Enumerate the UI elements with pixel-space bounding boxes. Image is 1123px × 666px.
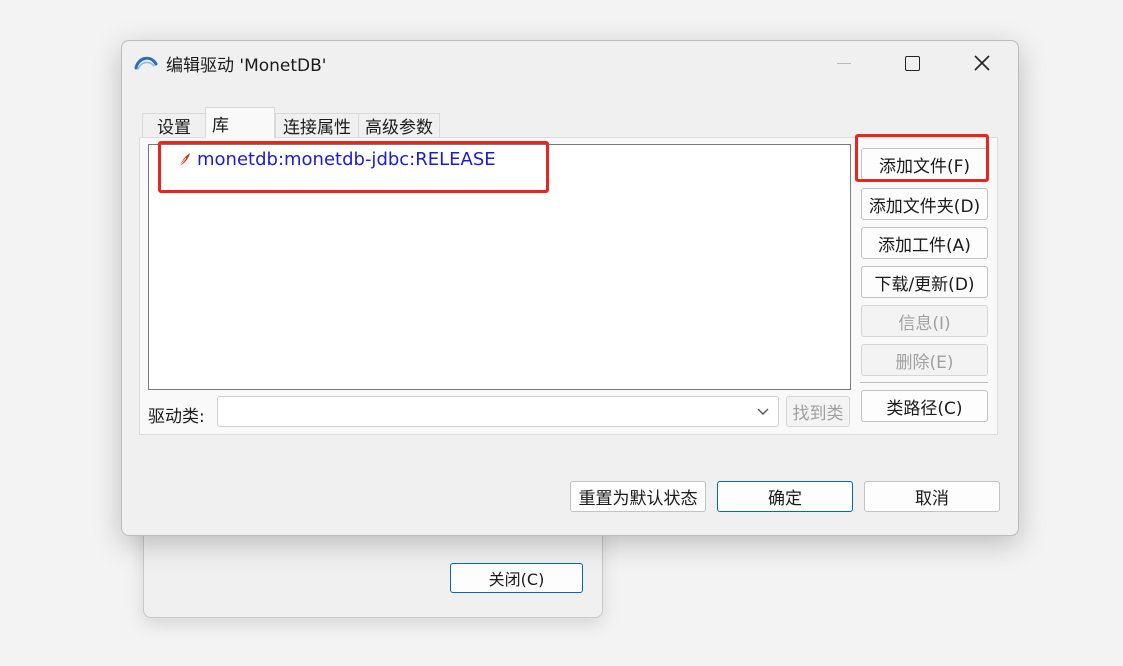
window-title: 编辑驱动 'MonetDB' bbox=[166, 56, 327, 76]
tab-connection-properties[interactable]: 连接属性 bbox=[275, 113, 359, 138]
classpath-button[interactable]: 类路径(C) bbox=[861, 390, 988, 422]
library-list[interactable]: monetdb:monetdb-jdbc:RELEASE bbox=[148, 144, 851, 390]
minimize-icon bbox=[837, 62, 851, 64]
add-folder-button[interactable]: 添加文件夹(D) bbox=[861, 188, 988, 220]
maximize-button[interactable] bbox=[884, 45, 940, 81]
chevron-down-icon bbox=[757, 408, 769, 415]
tab-settings[interactable]: 设置 bbox=[142, 113, 206, 138]
title-bar: 编辑驱动 'MonetDB' bbox=[122, 41, 1018, 85]
close-window-button[interactable] bbox=[954, 45, 1010, 81]
tab-advanced-parameters[interactable]: 高级参数 bbox=[358, 113, 440, 138]
find-class-button[interactable]: 找到类 bbox=[786, 396, 850, 427]
driver-class-label: 驱动类: bbox=[148, 407, 205, 427]
library-label: monetdb:monetdb-jdbc:RELEASE bbox=[197, 149, 496, 170]
close-icon bbox=[974, 55, 990, 71]
ok-button[interactable]: 确定 bbox=[717, 481, 853, 512]
download-update-button[interactable]: 下载/更新(D) bbox=[861, 266, 988, 298]
add-artifact-button[interactable]: 添加工件(A) bbox=[861, 227, 988, 259]
minimize-button[interactable] bbox=[816, 45, 872, 81]
tab-libraries[interactable]: 库 bbox=[205, 107, 275, 138]
close-button[interactable]: 关闭(C) bbox=[450, 563, 583, 593]
maven-feather-icon bbox=[178, 152, 190, 167]
driver-class-select[interactable] bbox=[217, 396, 779, 427]
add-file-button[interactable]: 添加文件(F) bbox=[861, 148, 988, 180]
reset-default-button[interactable]: 重置为默认状态 bbox=[570, 481, 706, 512]
list-item[interactable]: monetdb:monetdb-jdbc:RELEASE bbox=[177, 149, 496, 170]
delete-button[interactable]: 删除(E) bbox=[861, 344, 988, 376]
dbeaver-icon bbox=[134, 56, 158, 70]
info-button[interactable]: 信息(I) bbox=[861, 305, 988, 337]
edit-driver-dialog: 编辑驱动 'MonetDB' 设置 库 连接属性 高级参数 monetdb:mo… bbox=[121, 40, 1019, 536]
maximize-icon bbox=[904, 55, 920, 71]
cancel-button[interactable]: 取消 bbox=[864, 481, 1000, 512]
divider bbox=[860, 382, 988, 383]
libraries-panel: monetdb:monetdb-jdbc:RELEASE 添加文件(F) 添加文… bbox=[139, 137, 998, 435]
